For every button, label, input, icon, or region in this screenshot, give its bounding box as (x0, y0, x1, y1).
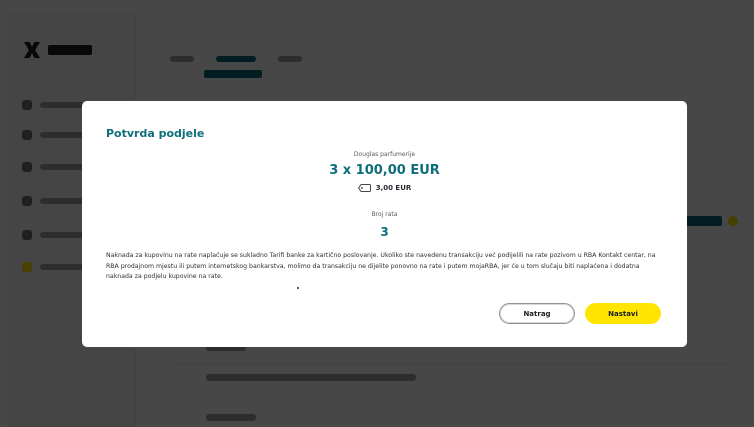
dialog-title: Potvrda podjele (106, 127, 205, 140)
fee-notice: Naknada za kupovinu na rate naplaćuje se… (106, 252, 656, 280)
fee-row: 3,00 EUR (82, 184, 687, 192)
merchant-name: Douglas parfumerije (353, 151, 416, 158)
installments-value: 3 (380, 225, 389, 239)
continue-button[interactable]: Nastavi (585, 303, 661, 324)
confirm-split-dialog: Potvrda podjele Douglas parfumerije 3 x … (82, 101, 687, 347)
installment-amount: 3 x 100,00 EUR (329, 163, 440, 178)
back-button[interactable]: Natrag (499, 303, 575, 324)
price-tag-icon (357, 184, 371, 192)
fee-amount: 3,00 EUR (375, 184, 412, 192)
separator-dot (297, 287, 299, 289)
installments-label: Broj rata (371, 211, 398, 218)
